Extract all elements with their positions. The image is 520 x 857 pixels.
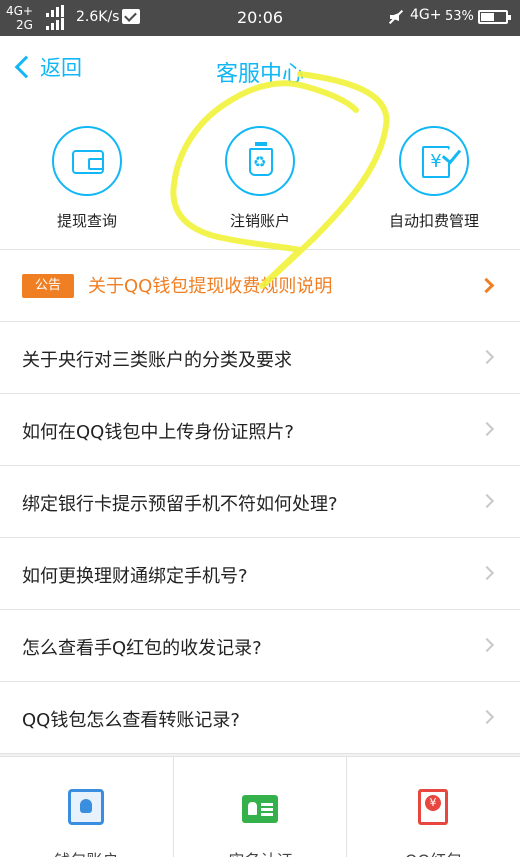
list-item[interactable]: 绑定银行卡提示预留手机不符如何处理?: [0, 466, 520, 538]
chevron-right-icon: [478, 277, 495, 294]
page-title: 客服中心: [215, 62, 304, 87]
chevron-right-icon: [479, 421, 495, 437]
chevron-right-icon: [479, 637, 495, 653]
list-item[interactable]: 关于央行对三类账户的分类及要求: [0, 322, 520, 394]
chevron-right-icon: [479, 709, 495, 725]
faq-list: 关于央行对三类账户的分类及要求 如何在QQ钱包中上传身份证照片? 绑定银行卡提示…: [0, 322, 520, 754]
auto-debit-button[interactable]: ¥ 自动扣费管理: [364, 126, 504, 231]
withdraw-query-button[interactable]: 提现查询: [17, 126, 157, 231]
notice-text: 关于QQ钱包提现收费规则说明: [88, 276, 333, 297]
status-bar: 4G+ 2G 2.6K/s 20:06 4G+ 53%: [0, 0, 520, 36]
faq-question: 如何在QQ钱包中上传身份证照片?: [22, 422, 294, 443]
close-account-button[interactable]: 注销账户: [190, 126, 330, 231]
chevron-right-icon: [479, 349, 495, 365]
bottom-nav-label: QQ红包: [347, 847, 520, 857]
nav-header: 返回 客服中心: [0, 36, 520, 106]
bottom-nav-label: 实名认证: [174, 847, 347, 857]
recycle-bin-icon: [225, 126, 295, 196]
battery-percent: 53%: [445, 9, 474, 24]
yuan-bill-icon: ¥: [399, 126, 469, 196]
bottom-nav: 钱包账户 实名认证 QQ红包: [0, 756, 520, 857]
quick-action-label: 自动扣费管理: [388, 212, 479, 230]
wallet-account-button[interactable]: 钱包账户: [0, 757, 173, 857]
battery-icon: [478, 10, 511, 24]
quick-actions: 提现查询 注销账户 ¥ 自动扣费管理: [0, 106, 520, 250]
wallet-account-icon: [68, 789, 104, 825]
network-type-right: 4G+: [410, 7, 442, 23]
mute-icon: [388, 9, 404, 25]
clock: 20:06: [236, 8, 284, 27]
red-packet-icon: [418, 789, 448, 825]
faq-question: 绑定银行卡提示预留手机不符如何处理?: [22, 494, 338, 515]
quick-action-label: 注销账户: [229, 212, 290, 230]
real-name-auth-button[interactable]: 实名认证: [173, 757, 346, 857]
quick-action-label: 提现查询: [56, 212, 117, 230]
notice-row[interactable]: 公告 关于QQ钱包提现收费规则说明: [0, 250, 520, 322]
list-item[interactable]: 如何在QQ钱包中上传身份证照片?: [0, 394, 520, 466]
notice-badge: 公告: [22, 274, 74, 298]
id-card-icon: [242, 795, 278, 823]
faq-question: 怎么查看手Q红包的收发记录?: [22, 638, 262, 659]
faq-question: QQ钱包怎么查看转账记录?: [22, 710, 240, 731]
bottom-nav-label: 钱包账户: [0, 847, 173, 857]
chevron-right-icon: [479, 493, 495, 509]
list-item[interactable]: QQ钱包怎么查看转账记录?: [0, 682, 520, 754]
faq-question: 如何更换理财通绑定手机号?: [22, 566, 248, 587]
list-item[interactable]: 怎么查看手Q红包的收发记录?: [0, 610, 520, 682]
faq-question: 关于央行对三类账户的分类及要求: [22, 350, 292, 371]
wallet-icon: [52, 126, 122, 196]
qq-red-packet-button[interactable]: QQ红包: [346, 757, 519, 857]
list-item[interactable]: 如何更换理财通绑定手机号?: [0, 538, 520, 610]
chevron-right-icon: [479, 565, 495, 581]
